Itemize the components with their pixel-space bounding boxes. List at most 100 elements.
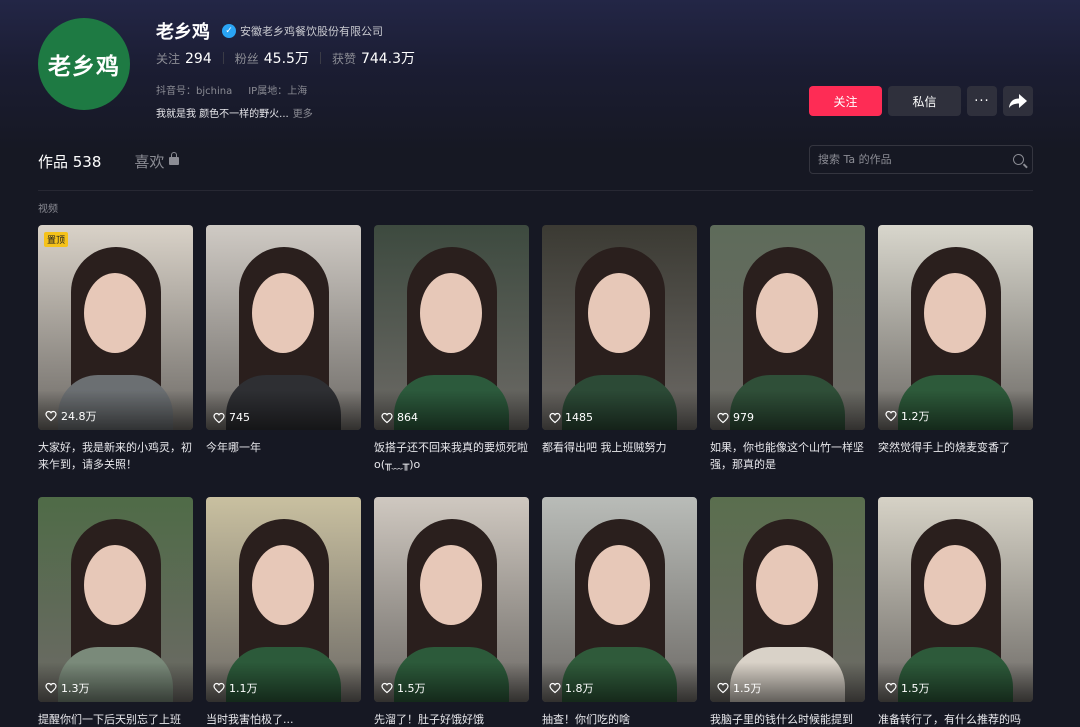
section-label: 视频 [38,204,58,215]
more-button[interactable]: ··· [967,86,997,116]
video-thumbnail[interactable]: 1485 [542,225,697,430]
video-card[interactable]: 1.2万 突然觉得手上的烧麦变香了 [878,225,1033,473]
stat-divider [222,52,224,64]
profile-meta: 抖音号：bjchina IP属地：上海 [156,82,415,97]
video-likes-count: 24.8万 [61,410,97,423]
video-card[interactable]: 1485 都看得出吧 我上班贼努力 [542,225,697,473]
heart-icon [717,682,729,694]
douyin-id: 抖音号：bjchina [156,86,233,97]
video-thumbnail[interactable]: 979 [710,225,865,430]
search-input[interactable] [818,153,1013,166]
video-card[interactable]: 1.5万 先溜了！肚子好饿好饿 [374,497,529,727]
video-likes-count: 864 [397,411,418,424]
video-thumbnail[interactable]: 1.1万 [206,497,361,702]
verified-icon: ✓ [222,24,236,38]
video-likes: 745 [213,411,250,424]
thumbnail-figure-face [84,273,146,353]
tab-likes[interactable]: 喜欢 [134,151,180,172]
video-likes: 1.5万 [885,680,930,696]
heart-icon [549,412,561,423]
search-box[interactable] [809,145,1033,174]
heart-icon [213,412,225,423]
video-caption[interactable]: 今年哪一年 [206,439,361,473]
thumbnail-figure-face [588,545,650,625]
video-thumbnail[interactable]: 745 [206,225,361,430]
video-caption[interactable]: 提醒你们一下后天别忘了上班 [38,711,193,727]
follow-button[interactable]: 关注 [809,86,882,116]
video-card[interactable]: 1.8万 抽查！你们吃的啥 [542,497,697,727]
thumbnail-figure-face [756,545,818,625]
video-card[interactable]: 1.5万 我脑子里的钱什么时候能提到 [710,497,865,727]
video-thumbnail[interactable]: 1.5万 [374,497,529,702]
stat-value: 294 [185,50,212,67]
thumbnail-shade [374,390,529,430]
video-likes: 1485 [549,411,593,424]
video-thumbnail[interactable]: 1.8万 [542,497,697,702]
thumbnail-figure-face [252,545,314,625]
bio-more-link[interactable]: 更多 [293,109,313,120]
search-icon[interactable] [1013,154,1024,165]
name-row: 老乡鸡 ✓ 安徽老乡鸡餐饮股份有限公司 [156,18,415,44]
video-caption[interactable]: 当时我害怕极了... [206,711,361,727]
video-card[interactable]: 1.3万 提醒你们一下后天别忘了上班 [38,497,193,727]
ip-location: IP属地：上海 [248,86,308,97]
stat-followers[interactable]: 粉丝 45.5万 [235,48,309,68]
heart-icon [717,412,729,423]
video-likes: 1.1万 [213,680,258,696]
video-likes: 1.2万 [885,408,930,424]
profile-bio: 我就是我 颜色不一样的野火... 更多 [156,105,415,120]
stat-label: 粉丝 [234,52,259,66]
heart-icon [381,682,393,694]
video-caption[interactable]: 突然觉得手上的烧麦变香了 [878,439,1033,473]
heart-icon [213,682,225,694]
heart-icon [549,682,561,694]
stat-value: 45.5万 [263,51,309,67]
tab-works[interactable]: 作品 538 [38,151,101,172]
thumbnail-figure-face [84,545,146,625]
video-caption[interactable]: 准备转行了，有什么推荐的吗 [878,711,1033,727]
profile-info: 老乡鸡 ✓ 安徽老乡鸡餐饮股份有限公司 关注 294 粉丝 45.5万 获赞 7… [156,18,415,120]
video-likes-count: 745 [229,411,250,424]
profile-stats: 关注 294 粉丝 45.5万 获赞 744.3万 [156,48,415,68]
avatar[interactable]: 老乡鸡 [38,18,130,110]
video-likes-count: 1.8万 [565,682,594,695]
video-thumbnail[interactable]: 置顶 24.8万 [38,225,193,430]
thumbnail-shade [710,390,865,430]
video-likes: 1.5万 [717,680,762,696]
video-likes: 1.3万 [45,680,90,696]
video-caption[interactable]: 先溜了！肚子好饿好饿 [374,711,529,727]
thumbnail-figure-face [924,545,986,625]
stat-divider [319,52,321,64]
profile-name: 老乡鸡 [156,22,210,43]
video-caption[interactable]: 饭搭子还不回来我真的要烦死啦 o(╥﹏╥)o [374,439,529,473]
video-thumbnail[interactable]: 1.5万 [710,497,865,702]
stat-following[interactable]: 关注 294 [156,50,212,67]
video-card[interactable]: 979 如果，你也能像这个山竹一样坚强，那真的是 [710,225,865,473]
video-thumbnail[interactable]: 1.3万 [38,497,193,702]
video-caption[interactable]: 如果，你也能像这个山竹一样坚强，那真的是 [710,439,865,473]
video-caption[interactable]: 我脑子里的钱什么时候能提到 [710,711,865,727]
divider [38,190,1033,191]
share-icon [1009,94,1027,108]
video-thumbnail[interactable]: 864 [374,225,529,430]
video-card[interactable]: 1.5万 准备转行了，有什么推荐的吗 [878,497,1033,727]
video-likes: 1.5万 [381,680,426,696]
video-caption[interactable]: 大家好，我是新来的小鸡灵，初来乍到，请多关照！ [38,439,193,473]
heart-icon [381,412,393,423]
video-caption[interactable]: 都看得出吧 我上班贼努力 [542,439,697,473]
video-thumbnail[interactable]: 1.5万 [878,497,1033,702]
video-card[interactable]: 1.1万 当时我害怕极了... [206,497,361,727]
share-button[interactable] [1003,86,1033,116]
heart-icon [885,410,897,422]
heart-icon [45,410,57,422]
video-thumbnail[interactable]: 1.2万 [878,225,1033,430]
video-card[interactable]: 745 今年哪一年 [206,225,361,473]
video-likes: 24.8万 [45,408,97,424]
video-caption[interactable]: 抽查！你们吃的啥 [542,711,697,727]
video-card[interactable]: 置顶 24.8万 大家好，我是新来的小鸡灵，初来乍到，请多关照！ [38,225,193,473]
video-likes-count: 1.3万 [61,682,90,695]
video-card[interactable]: 864 饭搭子还不回来我真的要烦死啦 o(╥﹏╥)o [374,225,529,473]
stat-likes: 获赞 744.3万 [332,48,415,68]
message-button[interactable]: 私信 [888,86,961,116]
thumbnail-figure-face [756,273,818,353]
